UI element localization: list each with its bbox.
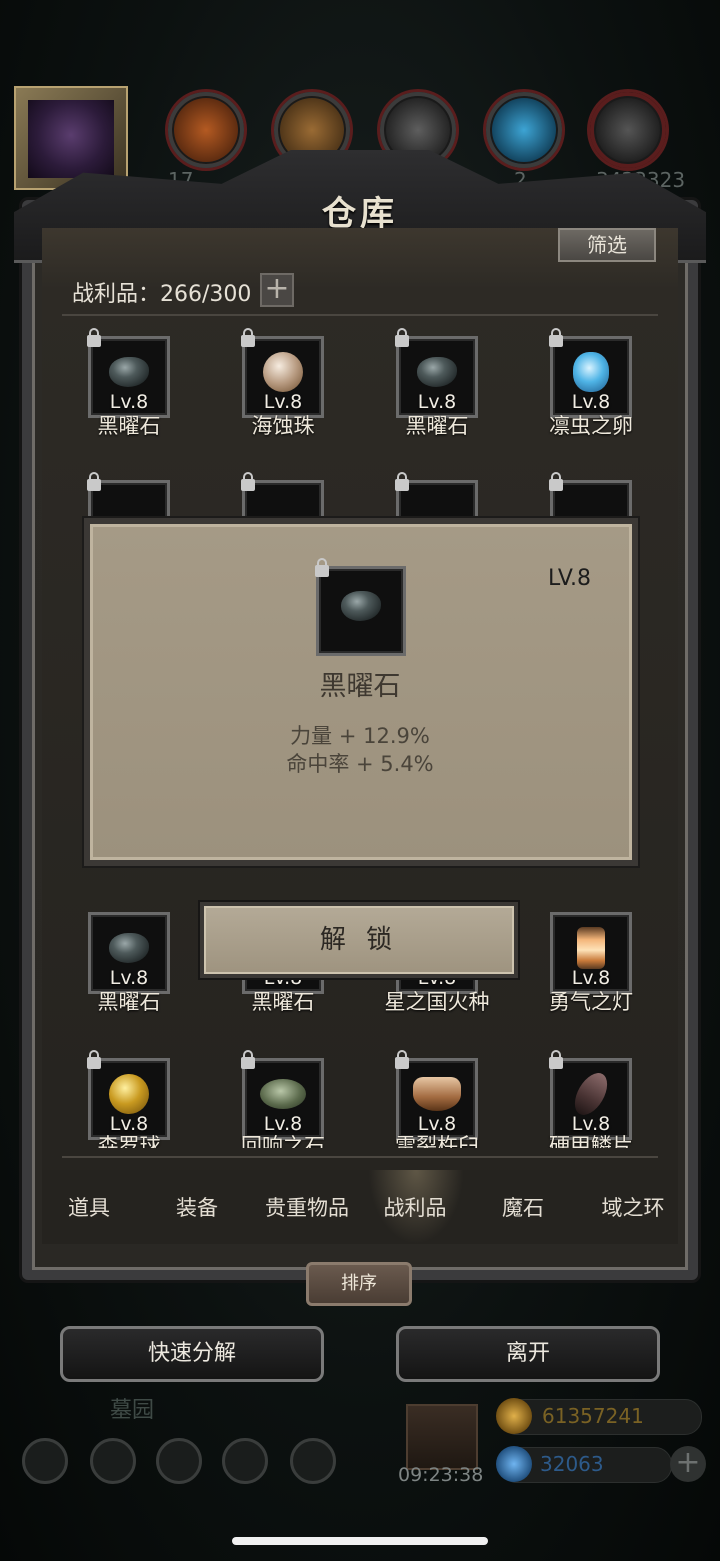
handshake-icon[interactable]: [290, 1438, 336, 1484]
item-slot[interactable]: Lv.8: [241, 328, 324, 418]
divider: [62, 314, 658, 316]
echo-stone-icon: [260, 1079, 306, 1110]
ore-icon[interactable]: [168, 92, 244, 168]
lock-icon: [241, 472, 255, 491]
home-indicator: [232, 1537, 488, 1545]
item-name: 硬甲鳞片: [549, 1134, 633, 1148]
gem-amount: 32063: [540, 1452, 604, 1476]
item-name: 森罗球: [97, 1134, 161, 1148]
banner-icon[interactable]: [156, 1438, 202, 1484]
lock-icon: [87, 472, 101, 491]
gold-coin-icon: [496, 1398, 532, 1434]
loot-count-label: 战利品：266/300: [72, 282, 252, 307]
star-icon[interactable]: [90, 1438, 136, 1484]
divider: [62, 1156, 658, 1158]
item-slot[interactable]: Lv.8: [87, 1050, 170, 1140]
popup-item-slot: [315, 558, 406, 656]
ice-egg-icon: [573, 352, 609, 393]
obsidian-icon: [417, 357, 457, 388]
item-slot[interactable]: Lv.8: [395, 328, 478, 418]
location-label: 墓园: [110, 1398, 155, 1423]
lock-icon: [87, 328, 101, 347]
item-name: 雷裂杵臼: [395, 1134, 479, 1148]
lock-icon: [395, 472, 409, 491]
item-slot[interactable]: Lv.8: [88, 912, 170, 994]
obsidian-icon: [109, 933, 149, 964]
stat-accuracy: 命中率 + 5.4%: [286, 752, 434, 776]
lock-icon: [549, 472, 563, 491]
lock-icon: [395, 1050, 409, 1069]
popup-item-level: LV.8: [548, 566, 592, 591]
unlock-button[interactable]: 解 锁: [200, 902, 518, 978]
item-name: 勇气之灯: [549, 990, 633, 1014]
lock-icon: [241, 1050, 255, 1069]
tab-equipment[interactable]: 装备: [142, 1192, 252, 1222]
obsidian-icon: [341, 590, 381, 621]
lock-icon: [549, 1050, 563, 1069]
pearl-icon: [263, 352, 303, 393]
tab-items[interactable]: 道具: [34, 1192, 144, 1222]
steel-icon[interactable]: [590, 92, 666, 168]
item-name: 海蚀珠: [251, 414, 315, 438]
item-slot[interactable]: Lv.8: [395, 1050, 478, 1140]
lantern-icon: [577, 927, 605, 970]
demon-portrait-icon: [28, 100, 114, 178]
item-name: 黑曜石: [405, 414, 469, 438]
tab-loot[interactable]: 战利品: [360, 1192, 470, 1222]
item-slot[interactable]: Lv.8: [87, 328, 170, 418]
item-slot[interactable]: Lv.8: [241, 1050, 324, 1140]
item-slot[interactable]: Lv.8: [550, 912, 632, 994]
stat-strength: 力量 + 12.9%: [290, 724, 430, 748]
leave-button[interactable]: 离开: [396, 1326, 660, 1382]
player-avatar[interactable]: [14, 86, 128, 190]
item-name: 黑曜石: [251, 990, 315, 1014]
item-slot[interactable]: Lv.8: [549, 328, 632, 418]
lock-icon: [549, 328, 563, 347]
lock-icon: [395, 328, 409, 347]
tab-domain-rings[interactable]: 域之环: [578, 1192, 688, 1222]
gift-box-icon[interactable]: [406, 1404, 478, 1470]
item-name: 黑曜石: [97, 990, 161, 1014]
tab-magic-stones[interactable]: 魔石: [468, 1192, 578, 1222]
filter-button[interactable]: 筛选: [558, 228, 656, 262]
item-name: 黑曜石: [97, 414, 161, 438]
tab-valuables[interactable]: 贵重物品: [252, 1192, 362, 1222]
obsidian-icon: [109, 357, 149, 388]
quick-decompose-button[interactable]: 快速分解: [60, 1326, 324, 1382]
gold-amount: 61357241: [542, 1404, 644, 1428]
item-name: 凛虫之卵: [549, 414, 633, 438]
item-name: 回响之石: [241, 1134, 325, 1148]
lock-icon: [87, 1050, 101, 1069]
mortar-icon: [413, 1077, 461, 1112]
add-currency-icon[interactable]: +: [670, 1446, 706, 1482]
crystal-icon[interactable]: [486, 92, 562, 168]
golden-orb-icon: [109, 1074, 149, 1115]
item-name: 星之国火种: [384, 990, 490, 1014]
lock-icon: [241, 328, 255, 347]
expand-capacity-button[interactable]: +: [260, 273, 294, 307]
lock-icon: [315, 558, 329, 577]
sort-button[interactable]: 排序: [306, 1262, 412, 1306]
blue-gem-icon: [496, 1446, 532, 1482]
item-slot[interactable]: Lv.8: [549, 1050, 632, 1140]
settings-icon[interactable]: [22, 1438, 68, 1484]
event-timer: 09:23:38: [398, 1464, 484, 1486]
popup-item-name: 黑曜石: [319, 671, 401, 702]
mail-icon[interactable]: [222, 1438, 268, 1484]
